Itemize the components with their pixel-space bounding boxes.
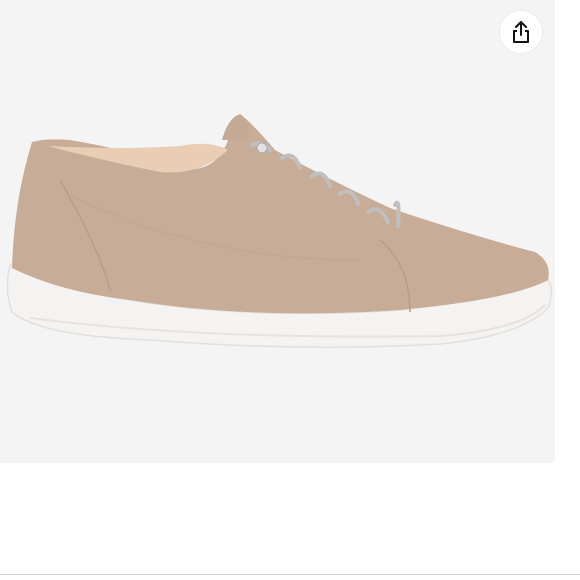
share-button[interactable] — [500, 11, 542, 53]
product-image — [6, 114, 553, 348]
shoe-upper — [12, 117, 549, 314]
share-icon — [513, 21, 529, 43]
product-image-area[interactable] — [0, 0, 555, 463]
divider — [0, 574, 580, 575]
